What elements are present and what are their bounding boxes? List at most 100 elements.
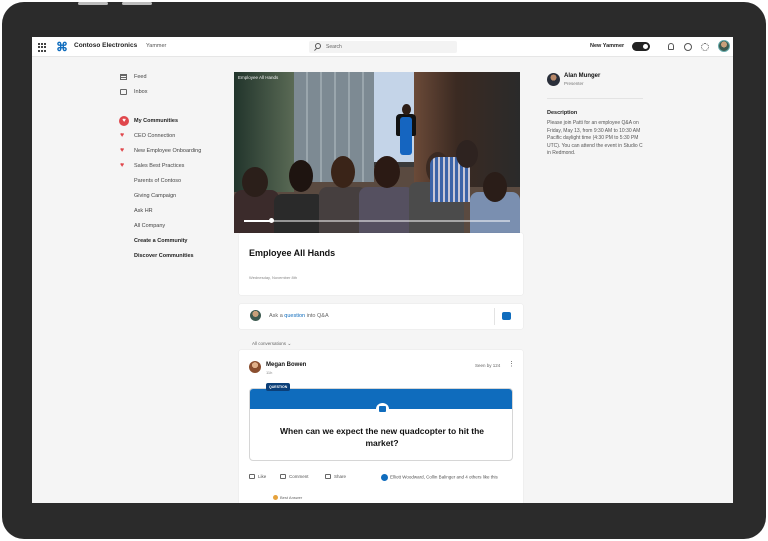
bell-icon[interactable] bbox=[668, 43, 674, 50]
best-answer-icon bbox=[273, 495, 278, 501]
comment-icon bbox=[280, 474, 286, 480]
heart-icon: ♥ bbox=[120, 132, 125, 139]
question-box: When can we expect the new quadcopter to… bbox=[249, 388, 513, 461]
more-options-icon[interactable]: ⋮ bbox=[508, 360, 515, 368]
sidebar-item-label: Parents of Contoso bbox=[134, 178, 182, 184]
sidebar-item-all-company[interactable]: All Company bbox=[120, 222, 230, 232]
conversation-post: Megan Bowen 11h Seen by 124 ⋮ When can w… bbox=[239, 350, 523, 503]
ask-question-box[interactable]: Ask a question into Q&A bbox=[239, 304, 523, 329]
event-video-player[interactable]: Employee All Hands bbox=[234, 72, 520, 233]
sidebar-item-label: Discover Communities bbox=[134, 253, 194, 259]
avatar[interactable] bbox=[718, 40, 730, 52]
avatar[interactable] bbox=[249, 361, 261, 373]
best-answer-label: Best Answer bbox=[273, 495, 303, 501]
new-yammer-toggle[interactable] bbox=[632, 42, 650, 51]
ask-question-suffix: into Q&A bbox=[305, 313, 329, 319]
page-title: Employee All Hands bbox=[249, 248, 336, 258]
audience-member bbox=[331, 156, 355, 188]
new-yammer-label: New Yammer bbox=[590, 43, 625, 49]
sidebar-item-label: Create a Community bbox=[134, 238, 188, 244]
audience-member bbox=[274, 194, 324, 233]
question-chat-icon[interactable] bbox=[502, 312, 511, 320]
conversation-filter-dropdown[interactable]: All conversations ⌄ bbox=[252, 341, 292, 347]
video-title-overlay: Employee All Hands bbox=[238, 75, 279, 80]
sidebar-item-ask-hr[interactable]: Ask HR bbox=[120, 207, 230, 217]
video-progress-bar[interactable] bbox=[244, 218, 510, 223]
ask-question-highlight: question bbox=[284, 313, 306, 319]
sidebar-item-label: Sales Best Practices bbox=[134, 163, 185, 169]
sidebar-item-label: Ask HR bbox=[134, 208, 153, 214]
sidebar-item-inbox[interactable]: Inbox bbox=[120, 88, 230, 98]
post-actions: Like Comment Share Elliott Woodward, Col… bbox=[249, 474, 513, 484]
brand-name[interactable]: Contoso Electronics bbox=[74, 42, 137, 49]
device-button bbox=[122, 2, 152, 5]
inbox-icon bbox=[120, 89, 127, 95]
comment-label: Comment bbox=[289, 474, 309, 479]
sidebar-item-my-communities[interactable]: ♥ My Communities bbox=[119, 116, 230, 127]
sidebar-item-label: Feed bbox=[134, 74, 147, 80]
video-presenter bbox=[400, 117, 412, 155]
smiley-icon[interactable] bbox=[684, 43, 692, 51]
search-placeholder: Search bbox=[326, 44, 342, 50]
conversation-filter-label: All conversations bbox=[252, 341, 287, 346]
question-badge: QUESTION bbox=[266, 383, 291, 391]
comment-button[interactable]: Comment bbox=[280, 474, 309, 480]
sidebar-item-label: My Communities bbox=[134, 118, 179, 124]
app-screen: ⌘ Contoso Electronics Yammer Search New … bbox=[32, 37, 733, 503]
sidebar-item-feed[interactable]: Feed bbox=[120, 73, 230, 83]
search-icon bbox=[315, 43, 321, 49]
audience-member bbox=[359, 187, 414, 233]
presenter-role: Presenter bbox=[564, 81, 584, 86]
device-button bbox=[78, 2, 108, 5]
best-answer-text: Best Answer bbox=[280, 495, 303, 500]
video-progress-fill bbox=[244, 220, 271, 222]
discover-communities-link[interactable]: Discover Communities bbox=[120, 252, 230, 262]
share-button[interactable]: Share bbox=[325, 474, 347, 480]
audience-member bbox=[456, 140, 478, 168]
audience-member bbox=[289, 160, 313, 192]
sidebar-item-label: All Company bbox=[134, 223, 166, 229]
avatar bbox=[250, 310, 261, 321]
video-presenter bbox=[402, 104, 411, 115]
search-input[interactable]: Search bbox=[309, 41, 457, 53]
sidebar-item-ceo-connection[interactable]: ♥ CEO Connection bbox=[120, 132, 230, 142]
sidebar-item-new-employee-onboarding[interactable]: ♥ New Employee Onboarding bbox=[120, 147, 230, 157]
event-date: Wednesday, November 8th bbox=[249, 275, 298, 280]
sidebar-item-label: Inbox bbox=[134, 89, 148, 95]
create-community-link[interactable]: Create a Community bbox=[120, 237, 230, 247]
ask-question-prefix: Ask a bbox=[269, 313, 285, 319]
share-label: Share bbox=[334, 474, 347, 479]
divider bbox=[547, 98, 643, 99]
sidebar-item-sales-best-practices[interactable]: ♥ Sales Best Practices bbox=[120, 162, 230, 172]
presenter-name[interactable]: Alan Munger bbox=[564, 73, 600, 79]
seen-count[interactable]: Seen by 124 bbox=[475, 363, 500, 368]
question-text: When can we expect the new quadcopter to… bbox=[279, 426, 485, 448]
sidebar-item-label: CEO Connection bbox=[134, 133, 176, 139]
feed-icon bbox=[120, 74, 127, 80]
thumbs-up-icon bbox=[249, 474, 255, 480]
description-text: Please join Patti for an employee Q&A on… bbox=[547, 120, 643, 157]
avatar[interactable] bbox=[547, 73, 560, 86]
reaction-summary[interactable]: Elliott Woodward, Collin Balinger and 4 … bbox=[381, 474, 513, 481]
description-heading: Description bbox=[547, 110, 578, 116]
like-button[interactable]: Like bbox=[249, 474, 267, 480]
sidebar-item-label: Giving Campaign bbox=[134, 193, 177, 199]
like-reaction-icon bbox=[381, 474, 388, 481]
reaction-text: Elliott Woodward, Collin Balinger and 4 … bbox=[390, 474, 498, 480]
video-scrubber-handle[interactable] bbox=[268, 218, 274, 223]
gear-icon[interactable] bbox=[701, 43, 709, 51]
question-chat-icon bbox=[376, 403, 389, 415]
ask-question-input[interactable]: Ask a question into Q&A bbox=[269, 313, 329, 319]
post-author[interactable]: Megan Bowen bbox=[266, 362, 306, 368]
like-label: Like bbox=[258, 474, 267, 479]
app-name: Yammer bbox=[146, 43, 167, 49]
event-title-card: Employee All Hands Wednesday, November 8… bbox=[239, 233, 523, 295]
community-icon: ♥ bbox=[119, 116, 129, 126]
heart-icon: ♥ bbox=[120, 162, 125, 169]
sidebar-item-giving-campaign[interactable]: Giving Campaign bbox=[120, 192, 230, 202]
heart-icon: ♥ bbox=[120, 147, 125, 154]
sidebar-item-parents-of-contoso[interactable]: Parents of Contoso bbox=[120, 177, 230, 187]
audience-member bbox=[483, 172, 507, 202]
share-icon bbox=[325, 474, 331, 480]
app-launcher-icon[interactable] bbox=[38, 43, 47, 52]
